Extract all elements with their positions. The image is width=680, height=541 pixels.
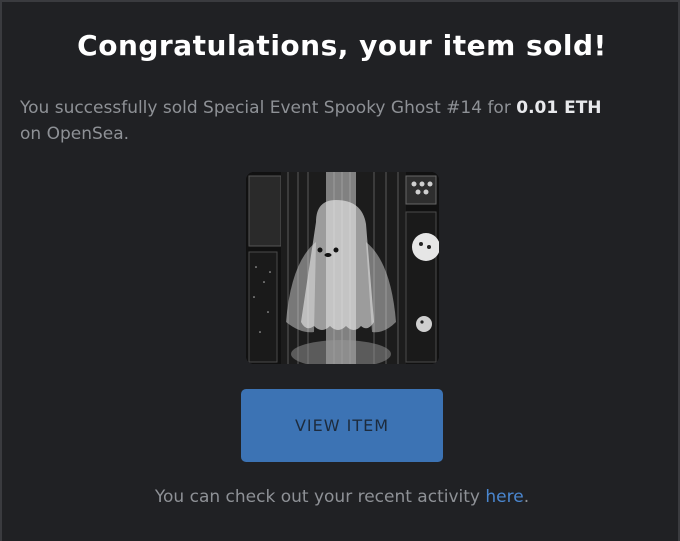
activity-footer-period: . bbox=[523, 487, 530, 507]
spooky-ghost-artwork bbox=[246, 172, 439, 364]
sale-message-text: You successfully sold Special Event Spoo… bbox=[20, 98, 517, 118]
sale-confirmation-dialog: Congratulations, your item sold! You suc… bbox=[0, 0, 680, 541]
sale-message-marketplace: on OpenSea. bbox=[20, 124, 130, 144]
activity-footer-text: You can check out your recent activity bbox=[154, 487, 486, 507]
nft-image bbox=[246, 172, 439, 364]
dialog-title: Congratulations, your item sold! bbox=[77, 29, 607, 62]
recent-activity-link[interactable]: here bbox=[485, 487, 523, 507]
sale-price: 0.01 ETH bbox=[516, 98, 602, 118]
sale-message: You successfully sold Special Event Spoo… bbox=[20, 95, 660, 147]
activity-footer: You can check out your recent activity h… bbox=[2, 487, 680, 507]
view-item-button[interactable]: VIEW ITEM bbox=[241, 389, 443, 462]
